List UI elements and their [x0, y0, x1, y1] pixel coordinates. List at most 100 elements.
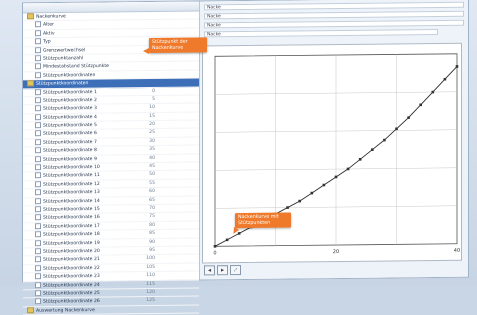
tree-row-value: 35 [141, 146, 155, 154]
tree-row-value: 20 [141, 121, 155, 129]
node-icon [35, 273, 41, 279]
support-point-marker [371, 148, 374, 151]
curve-chart[interactable]: 0 20 40 [202, 43, 462, 264]
tree-row-text: Stützpunktkoordinate 18 [43, 232, 100, 238]
node-icon [35, 215, 41, 221]
tree-row-text: Stützpunktkoordinate 8 [43, 148, 97, 154]
tree-row-value: 120 [141, 289, 155, 297]
node-icon [35, 198, 41, 204]
tree-row-text: Stützpunktkoordinate 5 [43, 123, 97, 129]
tree-row-value: 100 [141, 255, 155, 263]
tree-row-value: 10 [141, 104, 155, 112]
node-icon [35, 72, 41, 78]
tree-row-value: 55 [141, 180, 155, 188]
folder-icon [27, 307, 34, 313]
node-icon [35, 206, 41, 212]
zoom-button[interactable]: ⤢ [230, 265, 241, 275]
next-button[interactable]: ▶ [217, 265, 228, 275]
tree-row-text: Stützpunktkoordinate 6 [43, 132, 97, 138]
tree-row-text: Stützpunktkoordinate 21 [43, 257, 100, 263]
property-field-3[interactable]: Nacke [204, 20, 464, 29]
tree-row-text: Nackenkurve [36, 14, 66, 19]
previous-button[interactable]: ◀ [204, 265, 215, 275]
tree-row-value: 50 [141, 171, 155, 179]
property-field-2[interactable]: Nacke [204, 11, 464, 20]
tree-row-text: Typ [43, 40, 51, 45]
x-tick-label: 20 [333, 249, 339, 255]
tree-row[interactable]: Auswertung Nackenkurve [23, 305, 199, 315]
tree-row-text: Stützpunktkoordinate 1 [43, 90, 97, 96]
x-tick-label: 0 [213, 250, 216, 256]
support-point-marker [359, 158, 362, 161]
tree-row-text: Stützpunktkoordinate 22 [43, 266, 100, 272]
support-point-marker [214, 245, 217, 248]
node-icon [35, 22, 41, 28]
node-icon [35, 282, 41, 288]
node-icon [35, 63, 41, 69]
tree-row-text: Stützpunktkoordinate 17 [43, 224, 100, 230]
tree-row-value: 90 [141, 238, 155, 246]
property-field-1[interactable]: Nacke [204, 2, 464, 11]
support-point-marker [347, 168, 350, 171]
node-icon [35, 240, 41, 246]
tree-row-value: 125 [141, 297, 155, 305]
node-icon [35, 298, 41, 304]
node-icon [35, 122, 41, 128]
tree-row-value: 0 [141, 87, 155, 95]
node-icon [35, 231, 41, 237]
tree-row-text: Alter [43, 23, 54, 28]
tree-row-text: Stützpunktkoordinate 12 [43, 182, 100, 188]
node-icon [35, 164, 41, 170]
callout-support-point-text: Stützpunkt der Nackenkurve [152, 40, 188, 51]
support-point-marker [432, 91, 435, 94]
tree-row-value: 15 [141, 113, 155, 121]
tree-row-text: Stützpunktkoordinate 9 [43, 157, 97, 163]
tree-row-text: Stützpunktanzahl [43, 56, 83, 61]
tree-row-text: Stützpunktkoordinate 14 [43, 199, 100, 205]
tree-row-value: 75 [141, 213, 155, 221]
node-icon [35, 105, 41, 111]
support-point-marker [444, 78, 447, 81]
support-point-marker [323, 184, 326, 187]
tree-row-value: 95 [141, 247, 155, 255]
tree-row-value: 65 [141, 197, 155, 205]
support-point-marker [456, 65, 459, 68]
tree-row-text: Stützpunktkoordinate 23 [43, 274, 100, 280]
node-icon [35, 38, 41, 44]
tree-row-value: 40 [141, 155, 155, 163]
property-field-4[interactable]: Nacke [204, 29, 438, 37]
node-icon [35, 97, 41, 103]
tree-row-text: Auswertung Nackenkurve [36, 308, 95, 314]
x-tick-label: 40 [454, 248, 460, 254]
support-point-marker [395, 128, 398, 131]
folder-icon [27, 13, 34, 19]
support-point-marker [286, 206, 289, 209]
node-icon [35, 89, 41, 95]
support-point-marker [311, 192, 314, 195]
tree-row-label: Auswertung Nackenkurve [27, 306, 125, 315]
tree-row-value: 60 [141, 188, 155, 196]
tree-row-text: Stützpunktkoordinate 10 [43, 165, 100, 171]
tree-row-text: Stützpunktkoordinaten [36, 81, 88, 87]
chart-toolbar: ◀ ▶ ⤢ [204, 265, 241, 275]
tree-row-value: 105 [141, 264, 155, 272]
tree-row-value: 30 [141, 138, 155, 146]
tree-row-value: 110 [141, 272, 155, 280]
node-icon [35, 189, 41, 195]
screenshot-frame: NackenkurveAlterAktivTypGrenzwertwechsel… [0, 0, 477, 286]
support-point-marker [383, 139, 386, 142]
node-icon [35, 147, 41, 153]
node-icon [35, 173, 41, 179]
support-point-marker [407, 116, 410, 119]
support-point-marker [238, 232, 241, 235]
node-icon [35, 114, 41, 120]
tree-row-text: Stützpunktkoordinate 2 [43, 98, 97, 104]
node-icon [35, 139, 41, 145]
tree-row-text: Stützpunktkoordinate 20 [43, 249, 100, 255]
node-icon [35, 290, 41, 296]
tree-row-value: 70 [141, 205, 155, 213]
tree-row-value: 45 [141, 163, 155, 171]
curve-chart-svg: 0 20 40 [203, 44, 465, 263]
tree-row-text: Stützpunktkoordinate 16 [43, 215, 100, 221]
tree-row-text: Stützpunktkoordinate 11 [43, 173, 100, 179]
